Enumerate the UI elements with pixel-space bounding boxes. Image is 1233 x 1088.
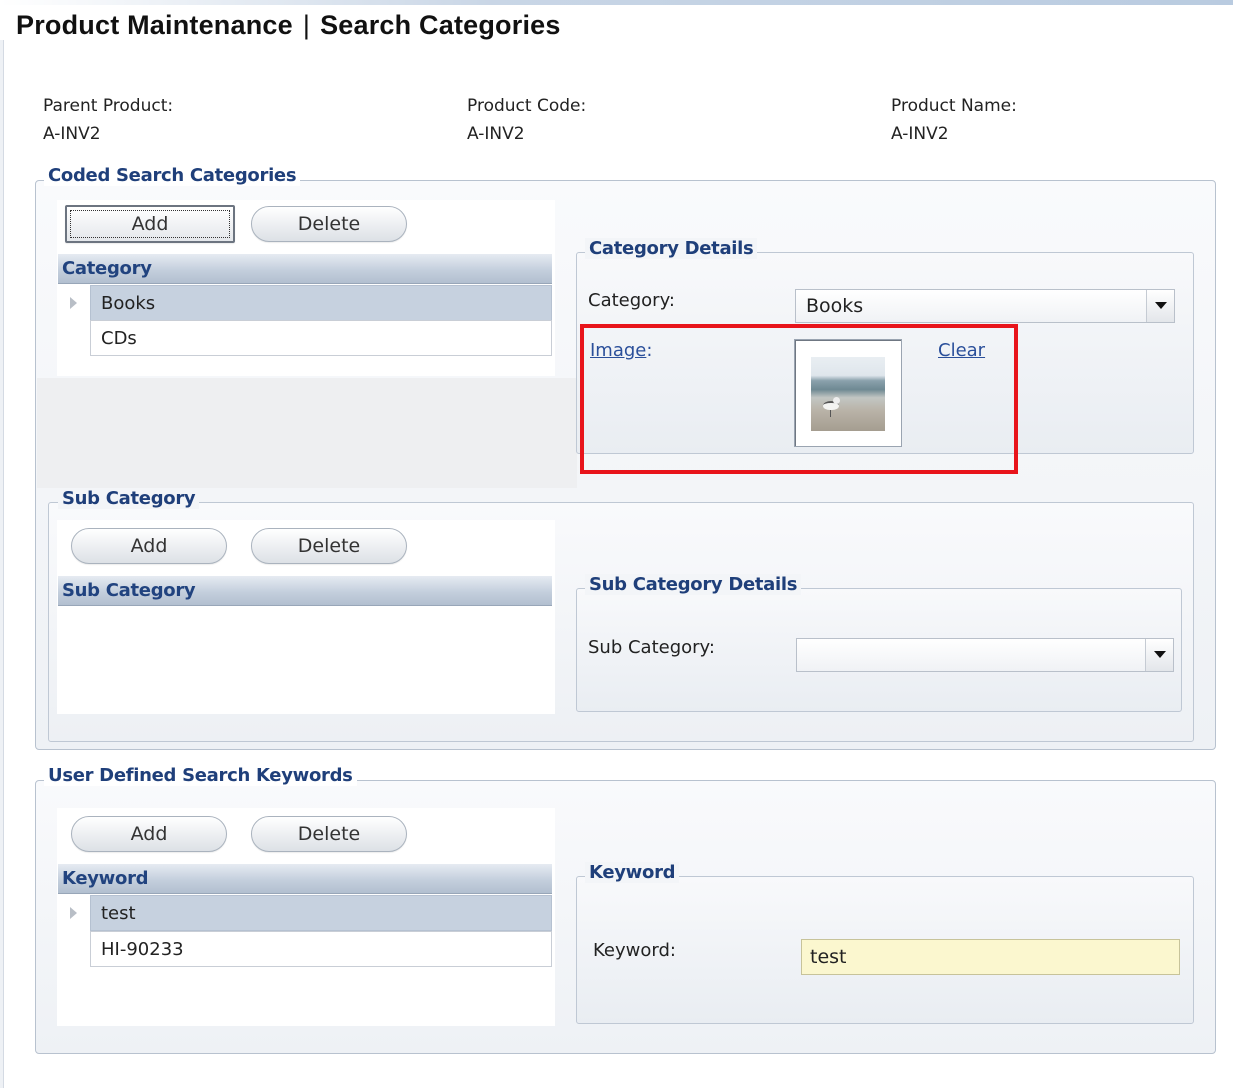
chevron-down-icon[interactable] [1146, 290, 1174, 322]
row-indicator-icon [70, 297, 77, 309]
parent-product-value: A-INV2 [43, 124, 101, 144]
keyword-input[interactable]: test [801, 939, 1180, 975]
product-code-info: Product Code: A-INV2 [467, 92, 586, 148]
sub-category-add-button[interactable]: Add [71, 528, 227, 564]
keyword-field-label: Keyword: [593, 940, 676, 961]
row-indicator-icon [70, 907, 77, 919]
sub-category-details-title: Sub Category Details [585, 574, 802, 595]
keyword-cell: test [90, 895, 552, 931]
sub-category-title: Sub Category [58, 488, 200, 509]
sub-category-field-label: Sub Category: [588, 637, 715, 658]
page-title: Product Maintenance | Search Categories [16, 10, 561, 41]
keyword-grid-header[interactable]: Keyword [58, 864, 552, 894]
category-select[interactable]: Books [795, 289, 1175, 323]
keyword-delete-button[interactable]: Delete [251, 816, 407, 852]
category-delete-button[interactable]: Delete [251, 206, 407, 242]
keyword-add-button[interactable]: Add [71, 816, 227, 852]
keyword-row-test[interactable]: test [58, 895, 552, 931]
sub-category-select[interactable] [796, 638, 1174, 672]
category-details-title: Category Details [585, 238, 758, 259]
title-separator: | [302, 10, 311, 40]
sub-category-delete-button[interactable]: Delete [251, 528, 407, 564]
product-name-info: Product Name: A-INV2 [891, 92, 1017, 148]
category-select-value: Books [806, 295, 864, 317]
keyword-row-hi-90233[interactable]: HI-90233 [58, 931, 552, 967]
category-cell: CDs [90, 320, 552, 356]
category-row-books[interactable]: Books [58, 285, 552, 321]
product-code-label: Product Code: [467, 96, 587, 116]
category-field-label: Category: [588, 290, 675, 311]
keyword-details-title: Keyword [585, 862, 680, 883]
parent-product-info: Parent Product: A-INV2 [43, 92, 173, 148]
category-spacer-band [37, 378, 577, 488]
top-border [0, 0, 1233, 5]
highlight-annotation [580, 324, 1018, 474]
category-row-cds[interactable]: CDs [58, 320, 552, 356]
keyword-cell: HI-90233 [90, 931, 552, 967]
product-code-value: A-INV2 [467, 124, 525, 144]
category-grid-header[interactable]: Category [58, 254, 552, 284]
parent-product-label: Parent Product: [43, 96, 174, 116]
page-title-main: Product Maintenance [16, 10, 293, 40]
product-name-value: A-INV2 [891, 124, 949, 144]
keywords-title: User Defined Search Keywords [44, 765, 357, 786]
sub-category-grid-header[interactable]: Sub Category [58, 576, 552, 606]
category-cell: Books [90, 285, 552, 321]
page-title-sub: Search Categories [320, 10, 561, 40]
category-add-button[interactable]: Add [65, 205, 235, 243]
chevron-down-icon[interactable] [1145, 639, 1173, 671]
left-border [0, 40, 4, 1088]
coded-search-title: Coded Search Categories [44, 165, 301, 186]
product-name-label: Product Name: [891, 96, 1017, 116]
